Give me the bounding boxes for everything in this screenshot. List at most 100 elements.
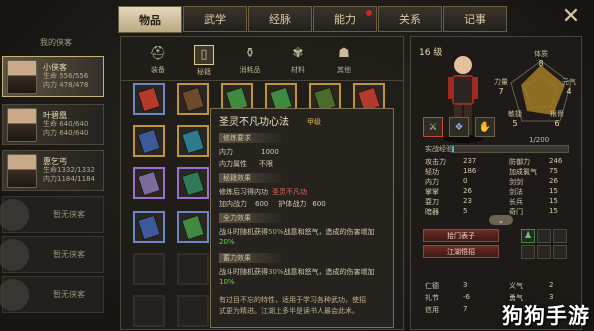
skill-slot[interactable] — [553, 245, 567, 259]
skill-slot[interactable] — [553, 229, 567, 243]
category-other[interactable]: ☗ 其他 — [327, 45, 361, 75]
tab-label: 记事 — [464, 13, 486, 26]
tab-items[interactable]: 物品 — [118, 6, 182, 33]
herb-icon: ✾ — [292, 46, 304, 61]
member-hp: 生命 640/640 — [43, 120, 89, 128]
stat-value: 3 — [463, 281, 468, 289]
category-label: 秘籍 — [197, 68, 211, 76]
manual-icon — [137, 170, 161, 197]
helmet-icon: ⛑ — [149, 46, 167, 61]
req-label: 内力 — [219, 148, 233, 156]
inventory-slot[interactable] — [177, 83, 209, 115]
exp-bar — [451, 145, 569, 153]
tab-abilities[interactable]: 能力 — [313, 6, 377, 32]
category-materials[interactable]: ✾ 材料 — [281, 45, 315, 75]
passive-text: 战斗时随机获得 — [219, 268, 268, 276]
item-description-2: 式更为精进。江湖上多半是读书人最会此术。 — [219, 307, 359, 315]
pouch-icon: ☗ — [338, 46, 350, 61]
skill-slot[interactable] — [537, 245, 551, 259]
skill-slot[interactable] — [537, 229, 551, 243]
radar-liliang: 力量 7 — [489, 77, 513, 96]
skill-slot[interactable]: ♟ — [521, 229, 535, 243]
inventory-slot-empty[interactable] — [177, 295, 209, 327]
stat-value: 186 — [463, 167, 477, 175]
radar-minjie: 敏捷 5 — [503, 109, 527, 128]
equipped-armor-slot[interactable]: ❖ — [449, 117, 469, 137]
radar-value: 8 — [538, 59, 544, 68]
manual-icon — [137, 214, 161, 241]
stat-value: 237 — [463, 157, 477, 165]
party-member-3[interactable]: 惠乞丐 生命1332/1332 内力1184/1184 — [2, 150, 104, 191]
empty-party-slot[interactable]: 暂无侠客 — [0, 276, 104, 313]
party-member-1[interactable]: 小侠客 生命 556/556 内力 478/478 — [2, 56, 104, 97]
member-mp: 内力1184/1184 — [43, 175, 95, 183]
avatar — [7, 107, 37, 142]
tab-martial[interactable]: 武学 — [183, 6, 247, 32]
tab-label: 经脉 — [269, 13, 291, 26]
req-neili: 内力 1000 — [219, 147, 279, 157]
stat-row: 掌掌 26 — [425, 187, 472, 197]
stat-row: 礼节 -6 — [425, 293, 470, 303]
stat-label: 剑法 — [509, 188, 523, 196]
top-tab-bar: 物品 武学 经脉 能力 关系 记事 — [118, 6, 508, 33]
divider — [121, 80, 403, 81]
req-value: 1000 — [261, 148, 279, 156]
collapse-chevron-icon[interactable]: ⌄ — [489, 215, 513, 225]
empty-party-slot[interactable]: 暂无侠客 — [0, 196, 104, 233]
tab-journal[interactable]: 记事 — [443, 6, 507, 32]
stat-value: 15 — [549, 197, 558, 205]
inventory-slot[interactable] — [133, 167, 165, 199]
category-equipment[interactable]: ⛑ 装备 — [141, 45, 175, 75]
manual-icon — [137, 86, 161, 113]
stat-value: 246 — [549, 157, 563, 165]
item-description-1: 有过目不忘的特性，适用于学习各种武功，使招 — [219, 296, 366, 304]
jianghu-skill-button[interactable]: 江湖悟招 — [423, 245, 499, 258]
member-hp: 生命 556/556 — [43, 72, 89, 80]
empty-avatar — [0, 198, 29, 231]
category-consumables[interactable]: ⚱ 消耗品 — [233, 45, 267, 75]
equipped-accessory-slot[interactable]: ✋ — [475, 117, 495, 137]
inventory-slot-empty[interactable] — [133, 253, 165, 285]
inventory-slot[interactable] — [177, 211, 209, 243]
section-effect: 秘籍效果 — [219, 173, 281, 183]
inventory-slot-empty[interactable] — [177, 253, 209, 285]
character-panel: 16 级 体质 8 力量 7 元气 4 敏捷 5 根骨 6 ⚔ ❖ ✋ 1/200 实战经… — [410, 36, 582, 330]
equipped-weapon-slot[interactable]: ⚔ — [423, 117, 443, 137]
passive-text: 战意和怒气，造成的伤害增加 — [283, 268, 375, 276]
tab-meridians[interactable]: 经脉 — [248, 6, 312, 32]
tab-relations[interactable]: 关系 — [378, 6, 442, 32]
effect-power: 加内战力 600 护体战力 600 — [219, 199, 326, 209]
category-label: 材料 — [291, 66, 305, 74]
manual-icon — [181, 214, 205, 241]
stat-label: 仁德 — [425, 282, 439, 290]
inventory-slot-empty[interactable] — [133, 295, 165, 327]
category-manuals[interactable]: ▯ 秘籍 — [187, 45, 221, 77]
inventory-slot[interactable] — [133, 125, 165, 157]
effect-label: 修炼后习得内功 — [219, 188, 268, 196]
stat-label: 长兵 — [509, 198, 523, 206]
member-name: 叶碧凰 — [43, 111, 67, 120]
manual-icon — [137, 128, 161, 155]
stat-label: 内力 — [425, 178, 439, 186]
section-requirements: 修炼要求 — [219, 133, 281, 143]
stat-value: 2 — [549, 281, 554, 289]
radar-label: 根骨 — [550, 110, 564, 118]
exp-value: 1/200 — [529, 136, 550, 144]
inventory-slot[interactable] — [133, 83, 165, 115]
stat-row: 暗器 5 — [425, 207, 467, 217]
passive-1-line: 战斗时随机获得50%战意和怒气，造成的伤害增加 — [219, 227, 375, 237]
stat-row: 攻击力 237 — [425, 157, 476, 167]
stat-row: 剑法 15 — [509, 187, 558, 197]
close-icon[interactable]: ✕ — [558, 3, 584, 29]
inventory-slot[interactable] — [177, 125, 209, 157]
inventory-slot[interactable] — [177, 167, 209, 199]
empty-party-slot[interactable]: 暂无侠客 — [0, 236, 104, 273]
stat-row: 耍刀 23 — [425, 197, 472, 207]
party-member-2[interactable]: 叶碧凰 生命 640/640 内力 640/640 — [2, 104, 104, 145]
skill-slot[interactable] — [521, 245, 535, 259]
passive-2-line: 战斗时随机获得30%战意和怒气，造成的伤害增加 — [219, 267, 375, 277]
stat-value: 75 — [549, 167, 558, 175]
martial-skill-button[interactable]: 拾门表子 — [423, 229, 499, 242]
notification-badge — [366, 10, 372, 16]
inventory-slot[interactable] — [133, 211, 165, 243]
